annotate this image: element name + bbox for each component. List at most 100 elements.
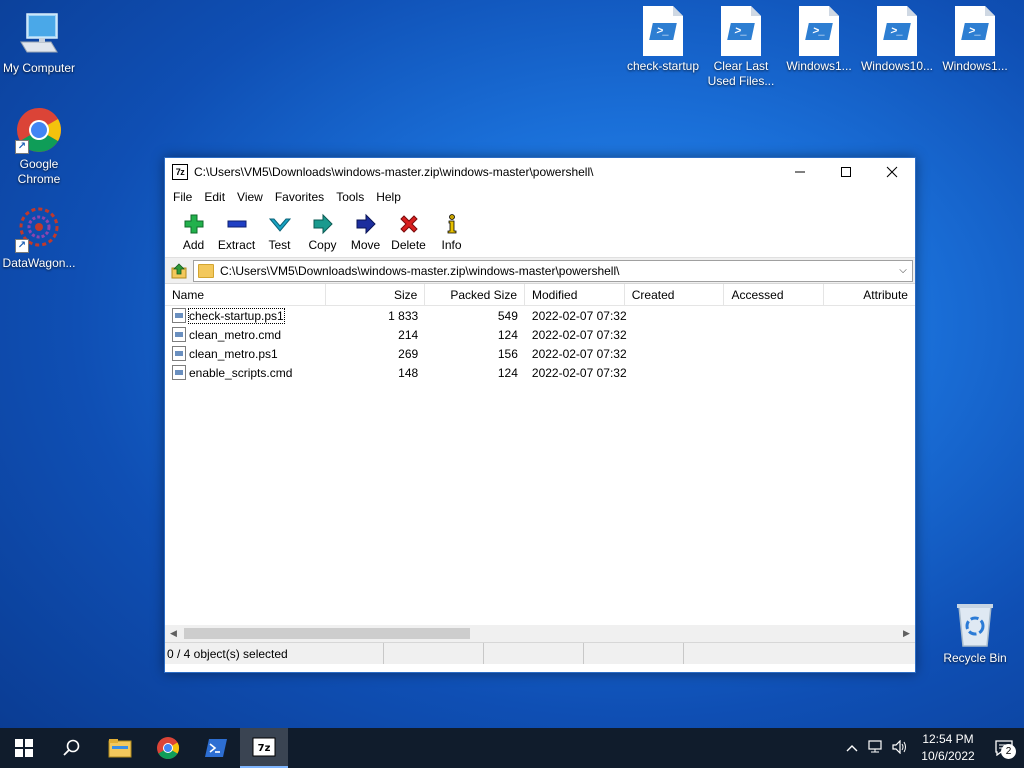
minimize-button[interactable] bbox=[777, 158, 823, 186]
plus-icon bbox=[184, 214, 203, 234]
desktop-icon-windows10[interactable]: >_ Windows10... bbox=[858, 6, 936, 74]
start-button[interactable] bbox=[0, 728, 48, 768]
file-modified: 2022-02-07 07:32 bbox=[531, 346, 627, 361]
file-list[interactable]: Name Size Packed Size Modified Created A… bbox=[165, 284, 915, 642]
check-icon bbox=[268, 218, 291, 232]
desktop-icon-windows1-a[interactable]: >_ Windows1... bbox=[780, 6, 858, 74]
shortcut-arrow-icon: ↗ bbox=[15, 239, 29, 253]
close-button[interactable] bbox=[869, 158, 915, 186]
copy-button[interactable]: Copy bbox=[301, 208, 344, 252]
scroll-thumb[interactable] bbox=[184, 628, 470, 639]
column-accessed[interactable]: Accessed bbox=[724, 284, 825, 305]
status-segment bbox=[484, 643, 584, 664]
shortcut-arrow-icon: ↗ bbox=[15, 140, 29, 154]
computer-icon bbox=[15, 10, 63, 58]
script-file-icon bbox=[172, 346, 186, 361]
clock-date: 10/6/2022 bbox=[921, 749, 975, 763]
table-row[interactable]: enable_scripts.cmd 148 124 2022-02-07 07… bbox=[165, 363, 915, 382]
taskbar-7zip[interactable]: 7z bbox=[240, 728, 288, 768]
up-folder-button[interactable] bbox=[165, 259, 193, 283]
toolbar: Add Extract Test Copy Move Delete Info bbox=[165, 208, 915, 258]
powershell-file-icon: >_ bbox=[721, 6, 761, 56]
start-icon bbox=[15, 739, 33, 757]
info-icon bbox=[447, 214, 456, 234]
move-button[interactable]: Move bbox=[344, 208, 387, 252]
maximize-icon bbox=[841, 167, 851, 177]
column-modified[interactable]: Modified bbox=[525, 284, 625, 305]
column-name[interactable]: Name bbox=[165, 284, 326, 305]
table-row[interactable]: clean_metro.cmd 214 124 2022-02-07 07:32 bbox=[165, 325, 915, 344]
menu-file[interactable]: File bbox=[167, 190, 198, 204]
notification-center-button[interactable]: 2 bbox=[984, 728, 1024, 768]
taskbar-powershell[interactable] bbox=[192, 728, 240, 768]
maximize-button[interactable] bbox=[823, 158, 869, 186]
desktop-icon-windows1-b[interactable]: >_ Windows1... bbox=[936, 6, 1014, 74]
file-packed-size: 549 bbox=[497, 308, 518, 323]
add-button[interactable]: Add bbox=[172, 208, 215, 252]
file-packed-size: 156 bbox=[497, 346, 518, 361]
column-size[interactable]: Size bbox=[326, 284, 426, 305]
file-explorer-icon bbox=[108, 739, 132, 758]
move-arrow-icon bbox=[356, 213, 376, 235]
cmd-file-icon bbox=[172, 327, 186, 342]
desktop-icon-recycle-bin[interactable]: Recycle Bin bbox=[936, 600, 1014, 666]
selection-status: 0 / 4 object(s) selected bbox=[165, 643, 384, 664]
file-name: check-startup.ps1 bbox=[188, 307, 285, 324]
menu-edit[interactable]: Edit bbox=[198, 190, 231, 204]
test-button[interactable]: Test bbox=[258, 208, 301, 252]
file-modified: 2022-02-07 07:32 bbox=[531, 308, 627, 323]
chrome-icon bbox=[157, 737, 179, 759]
chevron-up-icon[interactable] bbox=[840, 740, 864, 756]
desktop-icon-datawagon[interactable]: ↗ DataWagon... bbox=[0, 205, 78, 271]
recycle-bin-icon bbox=[951, 600, 999, 648]
clock[interactable]: 12:54 PM 10/6/2022 bbox=[912, 731, 984, 765]
datawagon-icon: ↗ bbox=[15, 205, 63, 253]
column-created[interactable]: Created bbox=[625, 284, 725, 305]
volume-icon[interactable] bbox=[888, 739, 912, 757]
extract-button[interactable]: Extract bbox=[215, 208, 258, 252]
desktop-icon-label: Google Chrome bbox=[17, 157, 61, 186]
desktop-icon-clear-last-used[interactable]: >_ Clear Last Used Files... bbox=[702, 6, 780, 89]
desktop-icon-label: DataWagon... bbox=[2, 256, 76, 270]
chevron-down-icon[interactable]: ⌵ bbox=[894, 265, 912, 276]
column-attributes[interactable]: Attribute bbox=[824, 284, 915, 305]
taskbar-chrome[interactable] bbox=[144, 728, 192, 768]
desktop-icon-label: My Computer bbox=[2, 61, 76, 75]
minimize-icon bbox=[795, 171, 805, 173]
table-row[interactable]: clean_metro.ps1 269 156 2022-02-07 07:32 bbox=[165, 344, 915, 363]
scroll-track[interactable] bbox=[182, 625, 898, 642]
title-bar[interactable]: 7z C:\Users\VM5\Downloads\windows-master… bbox=[165, 158, 915, 186]
search-icon bbox=[63, 739, 80, 756]
desktop-icon-google-chrome[interactable]: ↗ Google Chrome bbox=[0, 106, 78, 187]
menu-favorites[interactable]: Favorites bbox=[269, 190, 330, 204]
address-input[interactable]: C:\Users\VM5\Downloads\windows-master.zi… bbox=[193, 259, 913, 282]
horizontal-scrollbar[interactable]: ◀ ▶ bbox=[165, 625, 915, 642]
taskbar-file-explorer[interactable] bbox=[96, 728, 144, 768]
search-button[interactable] bbox=[48, 728, 96, 768]
desktop-icon-my-computer[interactable]: My Computer bbox=[0, 10, 78, 76]
menu-help[interactable]: Help bbox=[370, 190, 407, 204]
powershell-file-icon: >_ bbox=[877, 6, 917, 56]
file-size: 1 833 bbox=[388, 308, 419, 323]
desktop-icon-check-startup[interactable]: >_ check-startup bbox=[624, 6, 702, 74]
info-button[interactable]: Info bbox=[430, 208, 473, 252]
menu-bar: File Edit View Favorites Tools Help bbox=[165, 186, 915, 208]
up-arrow-icon bbox=[171, 262, 187, 278]
desktop-icon-label: Recycle Bin bbox=[943, 651, 1007, 665]
copy-arrow-icon bbox=[313, 213, 333, 235]
file-size: 269 bbox=[398, 346, 419, 361]
powershell-icon bbox=[205, 739, 227, 757]
scroll-right-icon[interactable]: ▶ bbox=[898, 628, 915, 639]
menu-view[interactable]: View bbox=[231, 190, 269, 204]
menu-tools[interactable]: Tools bbox=[330, 190, 370, 204]
delete-button[interactable]: Delete bbox=[387, 208, 430, 252]
notification-count-badge: 2 bbox=[1001, 744, 1016, 759]
status-segment bbox=[584, 643, 684, 664]
scroll-left-icon[interactable]: ◀ bbox=[165, 628, 182, 639]
7zip-icon: 7z bbox=[252, 737, 276, 757]
column-packed-size[interactable]: Packed Size bbox=[425, 284, 526, 305]
desktop-icon-label: Windows1... bbox=[786, 59, 852, 73]
column-header: Name Size Packed Size Modified Created A… bbox=[165, 284, 915, 306]
table-row[interactable]: check-startup.ps1 1 833 549 2022-02-07 0… bbox=[165, 306, 915, 325]
network-icon[interactable] bbox=[864, 739, 888, 757]
